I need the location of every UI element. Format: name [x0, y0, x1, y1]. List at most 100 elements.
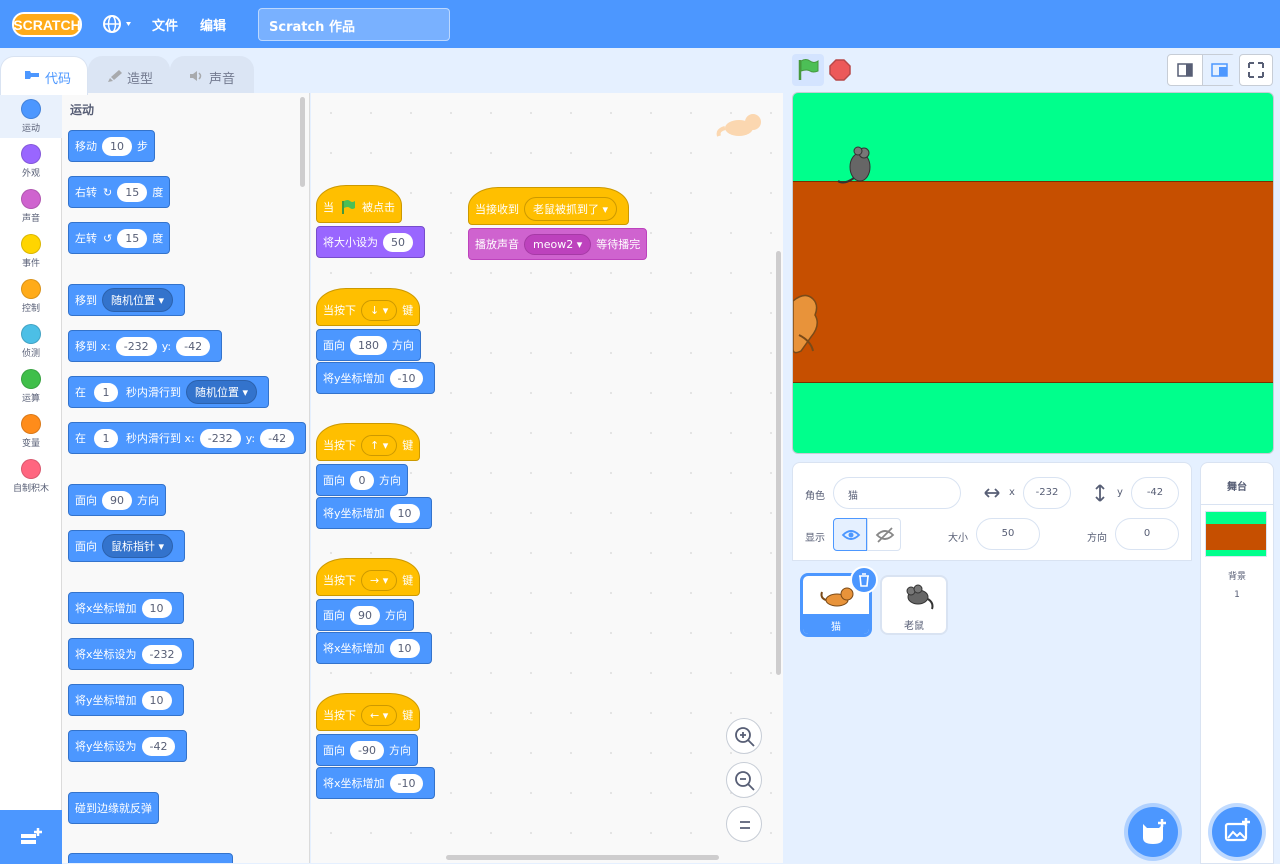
block-turn-right[interactable]: 右转 ↻ 15 度	[68, 176, 171, 208]
y-input[interactable]: -42	[1131, 477, 1179, 509]
category-my-blocks[interactable]: 自制积木	[0, 453, 62, 498]
green-flag-button[interactable]	[792, 54, 824, 86]
block-input[interactable]: 10	[141, 598, 172, 618]
size-input[interactable]: 50	[976, 518, 1040, 550]
category-sound[interactable]: 声音	[0, 183, 62, 228]
block-change-x[interactable]: 将x坐标增加 10	[68, 592, 184, 624]
tab-sounds[interactable]: 声音	[170, 56, 254, 94]
block-point-direction[interactable]: 面向 180 方向	[316, 329, 421, 361]
block-input[interactable]: -10	[389, 368, 424, 388]
block-input[interactable]: 180	[350, 335, 387, 355]
tab-costumes[interactable]: 造型	[88, 56, 170, 94]
block-dropdown[interactable]: ↓ ▾	[361, 299, 398, 321]
block-point-direction[interactable]: 面向 -90 方向	[316, 734, 418, 766]
block-change-y[interactable]: 将y坐标增加 -10	[316, 362, 436, 394]
block-set-x[interactable]: 将x坐标设为 -232	[68, 638, 195, 670]
block-input[interactable]: -232	[115, 336, 157, 356]
choose-backdrop-button[interactable]	[1212, 807, 1262, 857]
zoom-reset-button[interactable]	[726, 806, 762, 842]
block-change-y[interactable]: 将y坐标增加 10	[68, 684, 184, 716]
block-when-key-pressed[interactable]: 当按下 ↑ ▾ 键	[316, 423, 421, 461]
block-input[interactable]: 15	[117, 228, 148, 248]
zoom-in-button[interactable]	[726, 718, 762, 754]
block-when-receive[interactable]: 当接收到 老鼠被抓到了 ▾	[468, 187, 630, 225]
x-input[interactable]: -232	[1023, 477, 1071, 509]
mouse-sprite[interactable]	[836, 145, 878, 191]
show-visible-button[interactable]	[833, 518, 867, 551]
show-hidden-button[interactable]	[867, 518, 901, 551]
block-input[interactable]: 15	[117, 182, 148, 202]
category-events[interactable]: 事件	[0, 228, 62, 273]
fullscreen-button[interactable]	[1239, 54, 1273, 86]
block-point-direction[interactable]: 面向 90 方向	[316, 599, 414, 631]
block-partial[interactable]	[68, 853, 233, 863]
block-input[interactable]: 90	[102, 490, 132, 510]
block-input[interactable]: -42	[141, 736, 176, 756]
block-dropdown[interactable]: ↑ ▾	[361, 434, 398, 456]
block-input[interactable]: -42	[260, 428, 295, 448]
block-input[interactable]: 1	[94, 382, 118, 402]
large-stage-button[interactable]	[1202, 55, 1235, 85]
block-input[interactable]: 10	[389, 638, 420, 658]
block-when-flag-clicked[interactable]: 当 被点击	[316, 185, 402, 223]
stage[interactable]	[792, 92, 1274, 454]
language-menu[interactable]	[102, 13, 136, 35]
block-input[interactable]: -90	[350, 740, 384, 760]
category-control[interactable]: 控制	[0, 273, 62, 318]
block-point-towards[interactable]: 面向 鼠标指针 ▾	[68, 530, 186, 562]
block-input[interactable]: -42	[176, 336, 211, 356]
block-input[interactable]: 10	[389, 503, 420, 523]
stop-button[interactable]	[826, 56, 854, 84]
block-dropdown[interactable]: 鼠标指针 ▾	[102, 534, 174, 558]
block-input[interactable]: -232	[199, 428, 241, 448]
block-set-size[interactable]: 将大小设为 50	[316, 226, 425, 258]
project-title-input[interactable]: Scratch 作品	[258, 8, 450, 41]
block-dropdown[interactable]: 老鼠被抓到了 ▾	[524, 197, 618, 221]
block-dropdown[interactable]: 随机位置 ▾	[186, 380, 258, 404]
block-set-y[interactable]: 将y坐标设为 -42	[68, 730, 188, 762]
cat-sprite[interactable]	[793, 289, 823, 357]
block-turn-left[interactable]: 左转 ↺ 15 度	[68, 222, 171, 254]
workspace-vertical-scrollbar[interactable]	[776, 251, 781, 675]
block-dropdown[interactable]: 随机位置 ▾	[102, 288, 174, 312]
block-input[interactable]: -232	[141, 644, 183, 664]
category-motion[interactable]: 运动	[0, 93, 62, 138]
scratch-logo[interactable]: SCRATCH	[12, 11, 82, 38]
block-when-key-pressed[interactable]: 当按下 ← ▾ 键	[316, 693, 421, 731]
block-input[interactable]: 1	[94, 428, 118, 448]
choose-sprite-button[interactable]	[1128, 807, 1178, 857]
block-bounce[interactable]: 碰到边缘就反弹	[68, 792, 159, 824]
block-glide-xy[interactable]: 在 1 秒内滑行到 x: -232 y: -42	[68, 422, 307, 454]
direction-input[interactable]: 0	[1115, 518, 1179, 550]
block-point-direction[interactable]: 面向 90 方向	[68, 484, 166, 516]
sprite-tile-mouse[interactable]: 老鼠	[880, 575, 948, 635]
block-input[interactable]: 0	[350, 470, 374, 490]
block-when-key-pressed[interactable]: 当按下 ↓ ▾ 键	[316, 288, 421, 326]
block-dropdown[interactable]: meow2 ▾	[524, 233, 592, 255]
block-change-x[interactable]: 将x坐标增加 -10	[316, 767, 436, 799]
category-looks[interactable]: 外观	[0, 138, 62, 183]
block-goto-xy[interactable]: 移到 x: -232 y: -42	[68, 330, 223, 362]
zoom-out-button[interactable]	[726, 762, 762, 798]
block-goto[interactable]: 移到 随机位置 ▾	[68, 284, 186, 316]
palette-scrollbar[interactable]	[300, 97, 305, 187]
block-input[interactable]: 10	[102, 136, 132, 156]
block-when-key-pressed[interactable]: 当按下 → ▾ 键	[316, 558, 421, 596]
block-play-sound-until-done[interactable]: 播放声音 meow2 ▾ 等待播完	[468, 228, 648, 260]
block-glide[interactable]: 在 1 秒内滑行到 随机位置 ▾	[68, 376, 270, 408]
add-extension-button[interactable]	[0, 810, 62, 864]
file-menu[interactable]: 文件	[152, 15, 178, 34]
block-change-y[interactable]: 将y坐标增加 10	[316, 497, 432, 529]
block-move-steps[interactable]: 移动 10 步	[68, 130, 155, 162]
category-operators[interactable]: 运算	[0, 363, 62, 408]
tab-code[interactable]: 代码	[0, 56, 88, 95]
stage-selector[interactable]: 舞台 背景 1	[1200, 462, 1274, 864]
category-variables[interactable]: 变量	[0, 408, 62, 453]
sprite-name-input[interactable]: 猫	[833, 477, 961, 509]
script-workspace[interactable]: 当 被点击 将大小设为 50 当接收到 老鼠被抓到了 ▾ 播放声音 meow2 ▾ 等待播…	[311, 93, 783, 863]
small-stage-button[interactable]	[1168, 55, 1202, 85]
block-dropdown[interactable]: ← ▾	[361, 704, 398, 726]
edit-menu[interactable]: 编辑	[200, 15, 226, 34]
block-input[interactable]: 50	[383, 232, 413, 252]
block-point-direction[interactable]: 面向 0 方向	[316, 464, 408, 496]
